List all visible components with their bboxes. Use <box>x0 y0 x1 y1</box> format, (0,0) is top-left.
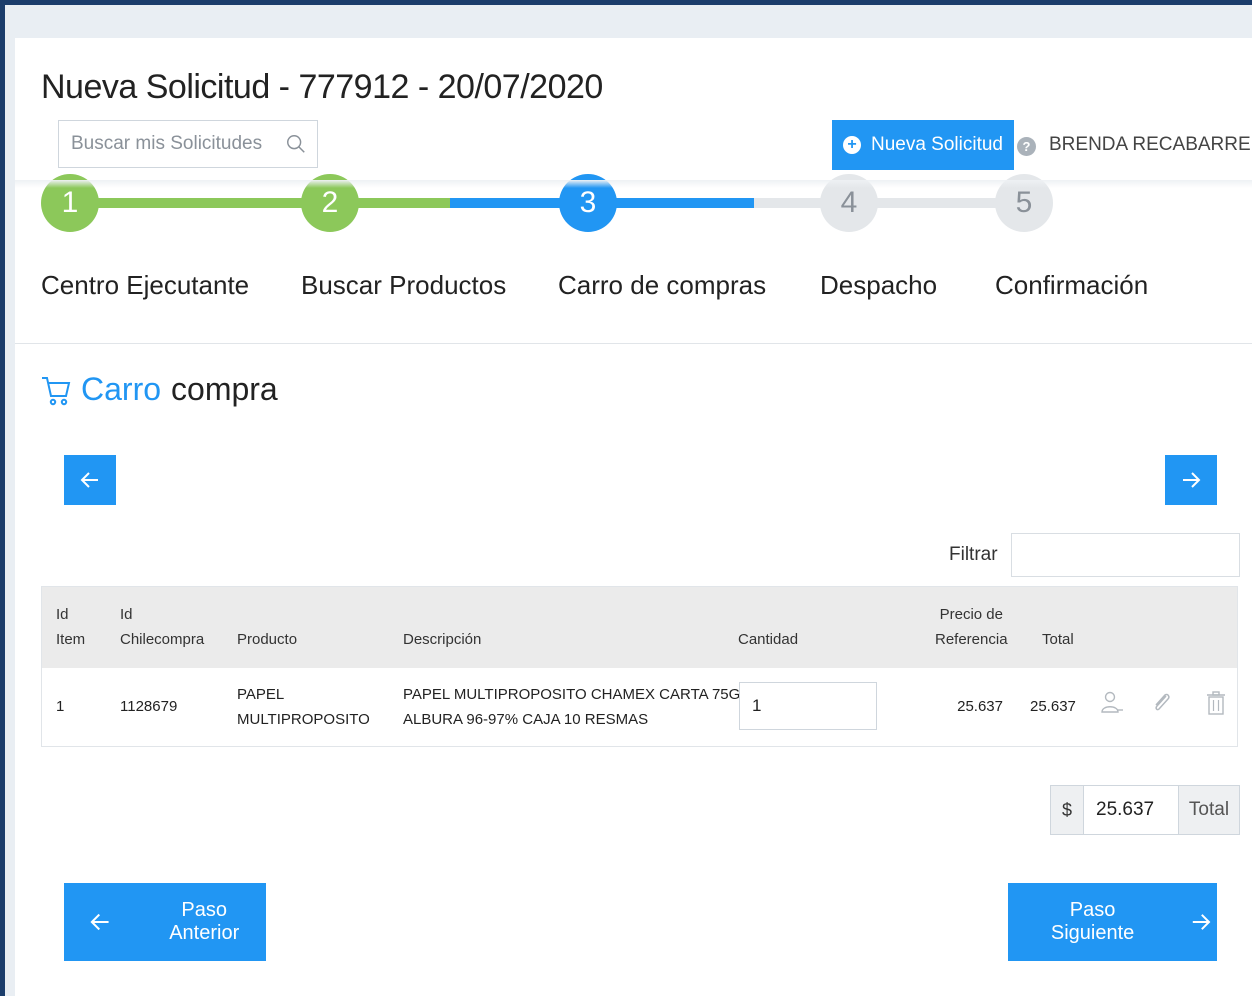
cell-descripcion: PAPEL MULTIPROPOSITO CHAMEX CARTA 75GR A… <box>403 682 751 732</box>
col-id-item-line2: Item <box>56 631 86 648</box>
arrow-left-icon <box>90 913 109 931</box>
col-id-chilecompra[interactable]: Id Chilecompra <box>120 602 204 652</box>
user-assign-icon[interactable] <box>1099 690 1123 716</box>
cell-id-item: 1 <box>56 698 65 715</box>
cart-icon <box>42 376 71 405</box>
cart-title-rest: compra <box>171 371 278 407</box>
header-shadow <box>15 180 1252 188</box>
col-precio-referencia[interactable]: Precio de Referencia <box>935 602 1008 652</box>
cart-title-accent: Carro <box>81 371 162 407</box>
col-descripcion[interactable]: Descripción <box>403 627 481 652</box>
table-next-button[interactable] <box>1165 455 1217 505</box>
col-id-item-line1: Id <box>56 606 69 623</box>
search-box <box>58 120 318 168</box>
cell-producto: PAPEL MULTIPROPOSITO <box>237 682 370 732</box>
cart-title: Carro compra <box>41 371 278 408</box>
col-id-item[interactable]: Id Item <box>56 602 85 652</box>
table-row: 1 1128679 PAPEL MULTIPROPOSITO PAPEL MUL… <box>42 668 1237 746</box>
cart-table: Id Item Id Chilecompra Producto Descripc… <box>41 586 1238 747</box>
cell-total: 25.637 <box>1030 698 1076 715</box>
page-container: Nueva Solicitud - 777912 - 20/07/2020 + … <box>15 38 1252 996</box>
filter-input[interactable] <box>1011 533 1240 577</box>
col-price-line2: Referencia <box>935 631 1008 648</box>
arrow-right-icon <box>1183 472 1201 488</box>
app-frame: Nueva Solicitud - 777912 - 20/07/2020 + … <box>5 5 1252 996</box>
cell-producto-line1: PAPEL <box>237 686 285 703</box>
step-2-label: Buscar Productos <box>301 270 507 300</box>
col-id-chile-line2: Chilecompra <box>120 631 205 648</box>
user-menu[interactable]: BRENDA RECABARREN <box>1049 134 1252 156</box>
previous-step-button[interactable]: Paso Anterior <box>64 883 266 961</box>
cell-producto-line2: MULTIPROPOSITO <box>237 711 370 728</box>
page-title: Nueva Solicitud - 777912 - 20/07/2020 <box>41 68 603 106</box>
cell-descripcion-line1: PAPEL MULTIPROPOSITO CHAMEX CARTA 75GR <box>403 686 752 703</box>
section-divider <box>15 343 1252 344</box>
col-cantidad[interactable]: Cantidad <box>738 627 798 652</box>
step-1-label: Centro Ejecutante <box>41 270 250 300</box>
col-producto[interactable]: Producto <box>237 627 297 652</box>
search-input[interactable] <box>59 121 279 167</box>
step-4-label: Despacho <box>820 270 938 300</box>
cart-total-box: $ 25.637 Total <box>1050 785 1240 835</box>
trash-icon[interactable] <box>1204 690 1228 716</box>
quantity-input[interactable] <box>739 682 877 730</box>
step-5-label: Confirmación <box>995 270 1149 300</box>
previous-step-label: Paso Anterior <box>169 899 240 944</box>
col-total[interactable]: Total <box>1042 627 1074 652</box>
col-price-line1: Precio de <box>939 606 1003 623</box>
table-header: Id Item Id Chilecompra Producto Descripc… <box>42 587 1237 668</box>
currency-addon: $ <box>1051 786 1084 834</box>
step-3-label: Carro de compras <box>558 270 767 300</box>
arrow-right-icon <box>1192 914 1211 930</box>
progress-stepper: 1 2 3 4 5 Centro Ejecutante Buscar Produ… <box>15 174 1252 338</box>
cell-precio-referencia: 25.637 <box>957 698 1003 715</box>
filter-label: Filtrar <box>949 544 998 565</box>
plus-circle-icon: + <box>842 136 861 154</box>
table-prev-button[interactable] <box>64 455 116 505</box>
cart-total-value: 25.637 <box>1096 799 1155 820</box>
col-id-chile-line1: Id <box>120 606 133 623</box>
stepper-line-1-2 <box>70 198 330 208</box>
user-name: BRENDA RECABARREN <box>1049 134 1252 155</box>
paperclip-icon[interactable] <box>1150 690 1174 716</box>
next-step-label: Paso Siguiente <box>1050 899 1135 944</box>
next-step-button[interactable]: Paso Siguiente <box>1008 883 1217 961</box>
cell-id-chilecompra: 1128679 <box>120 698 178 715</box>
arrow-left-icon <box>80 472 98 488</box>
cart-total-label: Total <box>1178 786 1239 834</box>
help-icon[interactable]: ? <box>1017 137 1036 156</box>
cell-descripcion-line2: ALBURA 96-97% CAJA 10 RESMAS <box>403 711 649 728</box>
new-request-button[interactable]: + Nueva Solicitud <box>832 120 1014 170</box>
search-icon[interactable] <box>285 133 307 155</box>
new-request-label: Nueva Solicitud <box>870 134 1004 155</box>
